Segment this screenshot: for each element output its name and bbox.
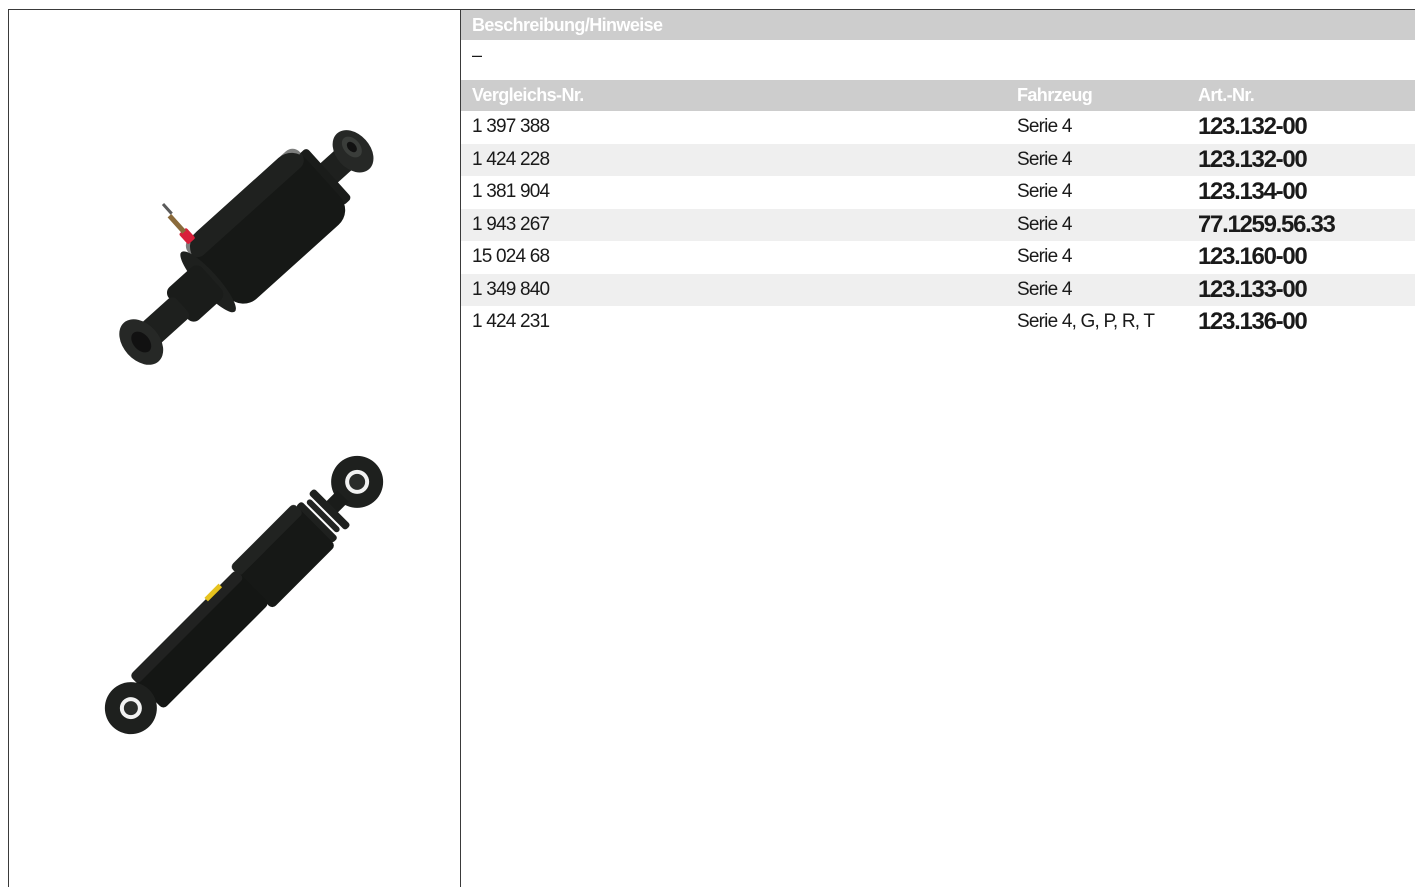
article-no-cell: 77.1259.56.33	[1198, 210, 1336, 238]
vehicle-cell: Serie 4	[1017, 246, 1072, 268]
table-row: 1 424 231 Serie 4, G, P, R, T 123.136-00	[461, 306, 1415, 339]
table-row: 1 349 840 Serie 4 123.133-00	[461, 273, 1415, 306]
shock-absorber-icon	[104, 455, 384, 735]
table-row: 1 381 904 Serie 4 123.134-00	[461, 176, 1415, 209]
comparison-no-cell: 1 397 388	[472, 116, 550, 138]
vehicle-cell: Serie 4	[1017, 148, 1072, 170]
vehicle-cell: Serie 4	[1017, 213, 1072, 235]
vehicle-cell: Serie 4, G, P, R, T	[1017, 311, 1155, 333]
vehicle-cell: Serie 4	[1017, 181, 1072, 203]
table-row: 15 024 68 Serie 4 123.160-00	[461, 241, 1415, 274]
air-shock-absorber-icon	[119, 130, 374, 365]
article-no-cell: 123.133-00	[1198, 275, 1308, 303]
article-no-cell: 123.132-00	[1198, 113, 1308, 141]
comparison-no-cell: 1 381 904	[472, 181, 550, 203]
article-no-cell: 123.160-00	[1198, 243, 1308, 271]
comparison-no-cell: 1 349 840	[472, 278, 550, 300]
table-row: 1 943 267 Serie 4 77.1259.56.33	[461, 208, 1415, 241]
table-row: 1 424 228 Serie 4 123.132-00	[461, 143, 1415, 176]
table-header-row: Vergleichs-Nr. Fahrzeug Art.-Nr.	[461, 80, 1415, 111]
comparison-no-cell: 1 943 267	[472, 213, 550, 235]
table-row: 1 397 388 Serie 4 123.132-00	[461, 111, 1415, 144]
image-column	[9, 10, 460, 887]
vehicle-cell: Serie 4	[1017, 116, 1072, 138]
column-header-vehicle: Fahrzeug	[1017, 85, 1093, 105]
comparison-no-cell: 1 424 228	[472, 148, 550, 170]
article-no-cell: 123.134-00	[1198, 178, 1308, 206]
description-header: Beschreibung/Hinweise	[461, 10, 1415, 40]
comparison-no-cell: 1 424 231	[472, 311, 550, 333]
article-no-cell: 123.132-00	[1198, 145, 1308, 173]
column-header-article-no: Art.-Nr.	[1198, 85, 1255, 105]
description-value: –	[472, 45, 483, 65]
column-header-comparison-no: Vergleichs-Nr.	[472, 85, 584, 105]
article-no-cell: 123.136-00	[1198, 308, 1308, 336]
comparison-no-cell: 15 024 68	[472, 246, 550, 268]
content-column: Beschreibung/Hinweise – Vergleichs-Nr. F…	[461, 10, 1415, 339]
vehicle-cell: Serie 4	[1017, 278, 1072, 300]
